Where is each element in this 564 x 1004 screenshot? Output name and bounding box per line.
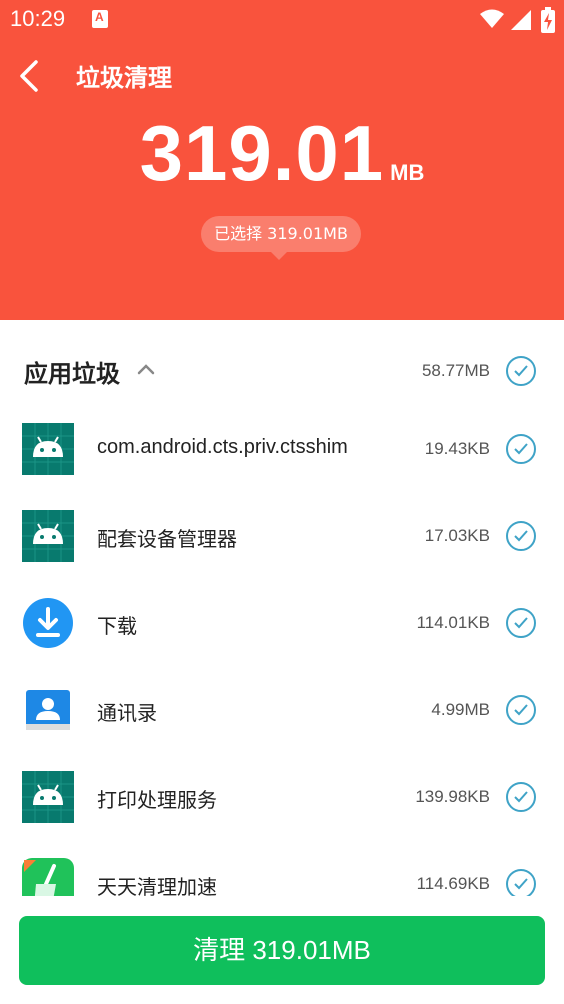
android-icon [22, 771, 74, 823]
back-button[interactable] [14, 56, 54, 96]
app-size: 139.98KB [415, 787, 490, 806]
header-panel: 10:29 A 垃圾清理 319.01 MB 已选择 319.01MB [0, 0, 564, 320]
android-icon [22, 510, 74, 562]
back-arrow-icon [20, 60, 38, 92]
app-name: 配套设备管理器 [97, 529, 237, 551]
check-icon[interactable] [506, 695, 536, 725]
app-size: 19.43KB [424, 439, 490, 458]
badge-pointer [271, 252, 287, 260]
section-size: 58.77MB [421, 361, 490, 380]
app-name: 下载 [97, 616, 137, 638]
battery-charging-icon [541, 7, 555, 33]
app-size: 114.69KB [416, 874, 490, 893]
status-time: 10:29 [10, 6, 66, 31]
wifi-icon [480, 9, 504, 28]
app-size: 17.03KB [424, 526, 490, 545]
list-item[interactable]: 天天清理加速 114.69KB [0, 841, 564, 900]
app-size: 114.01KB [416, 613, 490, 632]
section-title: 应用垃圾 [24, 360, 120, 388]
list-item[interactable]: 配套设备管理器 17.03KB [0, 493, 564, 580]
total-junk-size: 319.01 MB [0, 108, 564, 198]
check-icon[interactable] [506, 434, 536, 464]
list-item[interactable]: 打印处理服务 139.98KB [0, 754, 564, 841]
status-bar: 10:29 A [0, 0, 564, 40]
bottom-action-bar: 清理 319.01MB [0, 896, 564, 1004]
download-icon [23, 598, 73, 648]
check-icon[interactable] [506, 782, 536, 812]
check-icon[interactable] [506, 869, 536, 899]
app-name: 打印处理服务 [97, 790, 217, 812]
app-name: com.android.cts.priv.ctsshim [97, 436, 348, 458]
total-unit: MB [390, 160, 425, 185]
check-icon[interactable] [506, 521, 536, 551]
section-check-icon[interactable] [506, 356, 536, 386]
selected-size-badge: 已选择 319.01MB [201, 216, 361, 252]
junk-list: 应用垃圾 58.77MB com.android.cts.priv.ctsshi… [0, 320, 564, 900]
list-item[interactable]: 通讯录 4.99MB [0, 667, 564, 754]
signal-icon [511, 10, 531, 30]
chevron-up-icon[interactable] [136, 362, 156, 376]
broom-icon [22, 858, 74, 900]
app-name: 通讯录 [97, 703, 157, 725]
section-app-junk[interactable]: 应用垃圾 58.77MB [0, 320, 564, 420]
page-title: 垃圾清理 [76, 64, 172, 92]
list-item[interactable]: 下载 114.01KB [0, 580, 564, 667]
notification-icon: A [92, 10, 108, 28]
check-icon[interactable] [506, 608, 536, 638]
total-value: 319.01 [139, 109, 385, 197]
list-item[interactable]: com.android.cts.priv.ctsshim 19.43KB [0, 406, 564, 493]
clean-button[interactable]: 清理 319.01MB [19, 916, 545, 985]
contacts-icon [26, 690, 70, 730]
android-icon [22, 423, 74, 475]
app-size: 4.99MB [431, 700, 490, 719]
